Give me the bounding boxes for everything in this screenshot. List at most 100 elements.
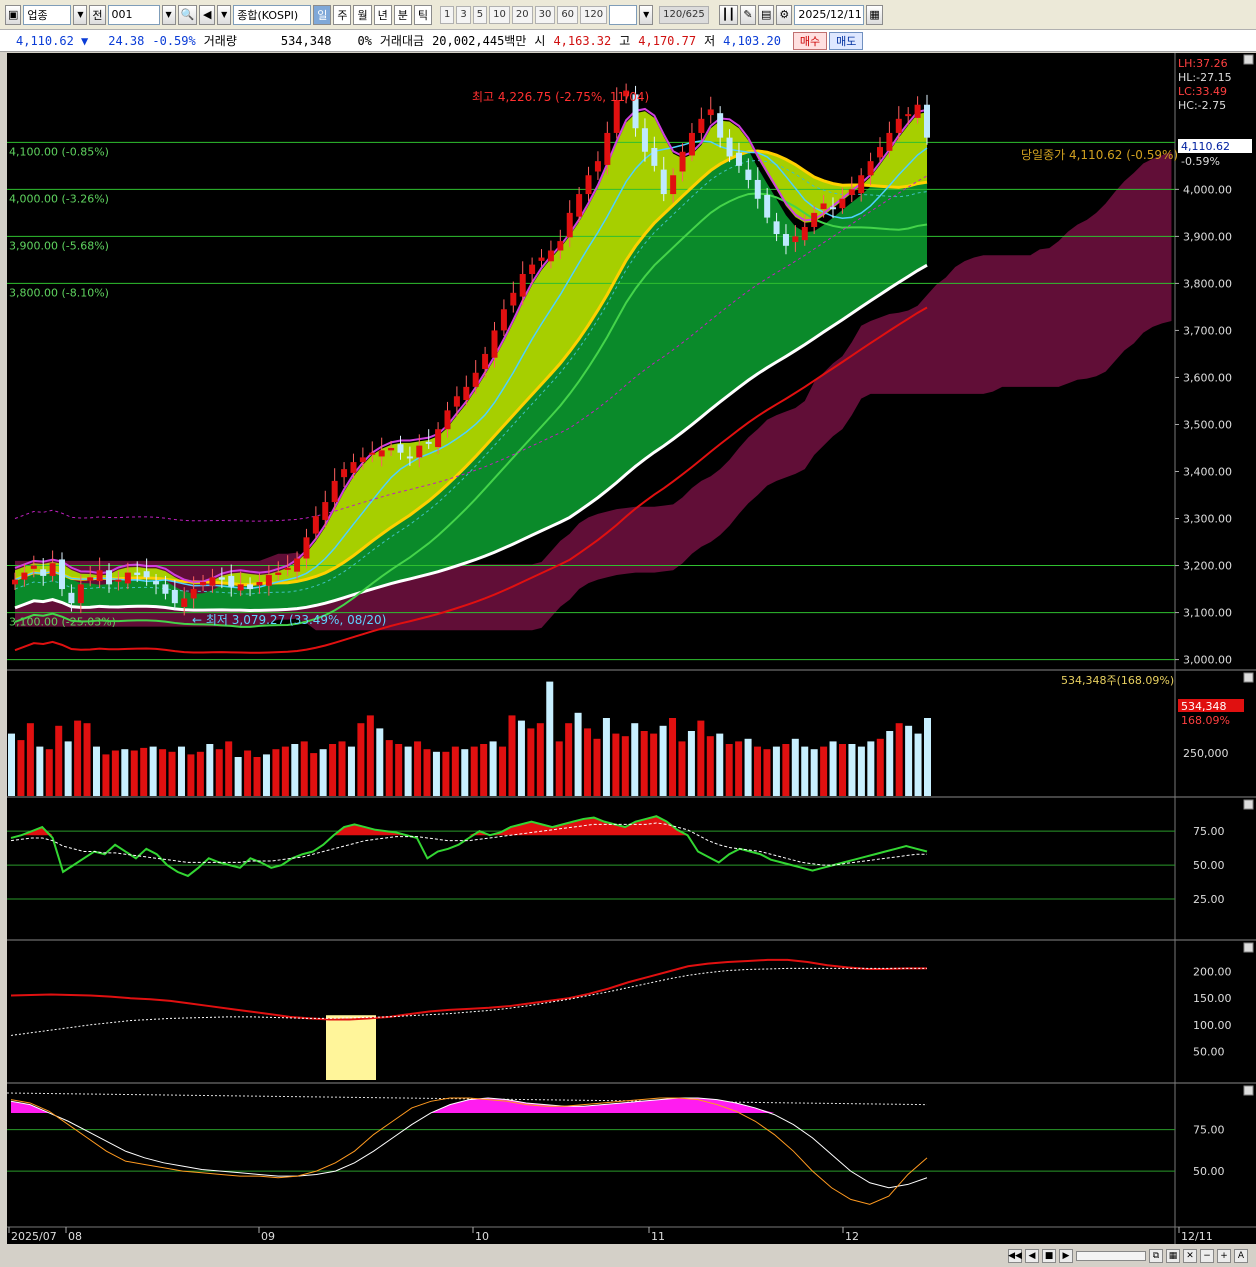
- interval-custom-input[interactable]: [609, 4, 638, 25]
- volume-bar: [470, 746, 478, 796]
- period-week[interactable]: 주: [333, 4, 352, 25]
- rewind-icon[interactable]: ◀◀: [1008, 1248, 1022, 1263]
- interval-3[interactable]: 3: [456, 5, 471, 24]
- price-change: 24.38: [108, 33, 145, 48]
- volume-bar: [517, 720, 525, 796]
- x-tick-label: 12/11: [1181, 1230, 1213, 1243]
- volume-bar: [565, 723, 573, 796]
- interval-dropdown-icon[interactable]: ▼: [639, 4, 654, 25]
- period-day[interactable]: 일: [313, 4, 332, 25]
- candle-body: [491, 330, 498, 358]
- candle-body: [895, 118, 902, 133]
- prev-button[interactable]: 전: [89, 4, 106, 25]
- candle-body: [209, 577, 216, 586]
- volume-bar: [442, 751, 450, 796]
- calendar-icon[interactable]: ▦: [866, 4, 883, 25]
- volume-bar: [905, 725, 913, 796]
- volume-bar: [187, 754, 195, 796]
- interval-30[interactable]: 30: [534, 5, 556, 24]
- level-label: 3,800.00 (-8.10%): [9, 286, 109, 299]
- zoom-in-icon[interactable]: +: [1217, 1248, 1231, 1263]
- candle-body: [237, 584, 244, 591]
- osc-series-line: [10, 815, 928, 878]
- count-total: /625: [682, 9, 705, 20]
- period-year[interactable]: 년: [373, 4, 392, 25]
- candle-body: [190, 589, 197, 599]
- candle-body: [867, 161, 874, 176]
- cross-icon[interactable]: ✕: [1183, 1248, 1197, 1263]
- candle-type-icon[interactable]: ┃┃: [718, 4, 738, 25]
- speaker-icon[interactable]: ◀: [199, 4, 216, 25]
- volume-bar: [376, 728, 384, 796]
- market-dropdown-icon[interactable]: ▼: [73, 4, 88, 25]
- sell-button[interactable]: 매도: [829, 31, 864, 50]
- candle-body: [726, 137, 733, 157]
- candle-body: [124, 572, 131, 584]
- x-tick-label: 11: [651, 1230, 665, 1243]
- volume-bar: [215, 749, 223, 796]
- candle-body: [265, 574, 272, 586]
- date-input[interactable]: 2025/12/11: [794, 4, 865, 25]
- candle-body: [688, 132, 695, 156]
- code-input[interactable]: 001: [107, 4, 160, 25]
- candle-body: [576, 194, 583, 217]
- candle-body: [350, 462, 357, 473]
- copy-icon[interactable]: ⧉: [1149, 1248, 1163, 1263]
- volume-bar: [92, 746, 100, 796]
- interval-60[interactable]: 60: [557, 5, 579, 24]
- pane-close-icon: [1243, 54, 1254, 65]
- draw-tools-icon[interactable]: ✎: [739, 4, 756, 25]
- buy-button[interactable]: 매수: [792, 31, 828, 50]
- candle-body: [500, 309, 507, 331]
- candle-body: [275, 572, 282, 575]
- volume-bar: [196, 751, 204, 796]
- candle-body: [247, 584, 254, 590]
- period-month[interactable]: 월: [353, 4, 372, 25]
- candle-body: [49, 563, 56, 576]
- search-icon[interactable]: 🔍: [177, 4, 198, 25]
- save-icon[interactable]: ▤: [757, 4, 775, 25]
- market-select[interactable]: 업종: [23, 4, 72, 25]
- volume-bar: [395, 744, 403, 796]
- candle-body: [444, 410, 451, 430]
- volume-bar: [848, 744, 856, 796]
- candle-body: [754, 179, 761, 199]
- volume-bar: [810, 749, 818, 796]
- candle-body: [218, 577, 225, 580]
- zoom-slider[interactable]: [1076, 1250, 1146, 1261]
- period-tick[interactable]: 틱: [413, 4, 432, 25]
- period-minute[interactable]: 분: [393, 4, 412, 25]
- candle-body: [106, 570, 113, 585]
- settings-icon[interactable]: ⚙: [776, 4, 793, 25]
- prev-icon[interactable]: ◀: [1025, 1248, 1039, 1263]
- font-icon[interactable]: A: [1234, 1248, 1248, 1263]
- zoom-out-icon[interactable]: −: [1200, 1248, 1214, 1263]
- count-display[interactable]: 120/625: [659, 5, 709, 24]
- interval-1[interactable]: 1: [439, 5, 455, 24]
- volume-bar: [659, 725, 667, 796]
- interval-10[interactable]: 10: [489, 5, 510, 24]
- candle-body: [735, 152, 742, 166]
- toolbar: ▣ 업종 ▼ 전 001 ▼ 🔍 ◀ ▼ 종합(KOSPI) 일 주 월 년 분…: [0, 0, 1256, 30]
- layout-icon[interactable]: ▣: [5, 4, 22, 25]
- grid-icon[interactable]: ▦: [1166, 1248, 1180, 1263]
- interval-120[interactable]: 120: [580, 5, 608, 24]
- osc-fill: [11, 816, 927, 836]
- speaker-dropdown-icon[interactable]: ▼: [217, 4, 232, 25]
- chart-area[interactable]: 4,100.00 (-0.85%) 4,000.00 (-3.26%) 3,900.…: [6, 53, 1256, 1244]
- candle-body: [68, 592, 75, 604]
- candle-body: [585, 175, 592, 195]
- interval-20[interactable]: 20: [511, 5, 533, 24]
- stop-icon[interactable]: ■: [1042, 1248, 1056, 1263]
- candle-body: [924, 104, 930, 138]
- chart-canvas[interactable]: 4,100.00 (-0.85%) 4,000.00 (-3.26%) 3,900.…: [6, 53, 1256, 1244]
- volume-bar: [839, 744, 847, 796]
- osc-series-line: [10, 958, 927, 1021]
- candle-body: [96, 570, 103, 582]
- volume-bar: [584, 728, 592, 796]
- candle-body: [792, 236, 799, 243]
- candle-body: [698, 118, 705, 133]
- code-dropdown-icon[interactable]: ▼: [161, 4, 176, 25]
- play-icon[interactable]: ▶: [1059, 1248, 1073, 1263]
- interval-5[interactable]: 5: [472, 5, 488, 24]
